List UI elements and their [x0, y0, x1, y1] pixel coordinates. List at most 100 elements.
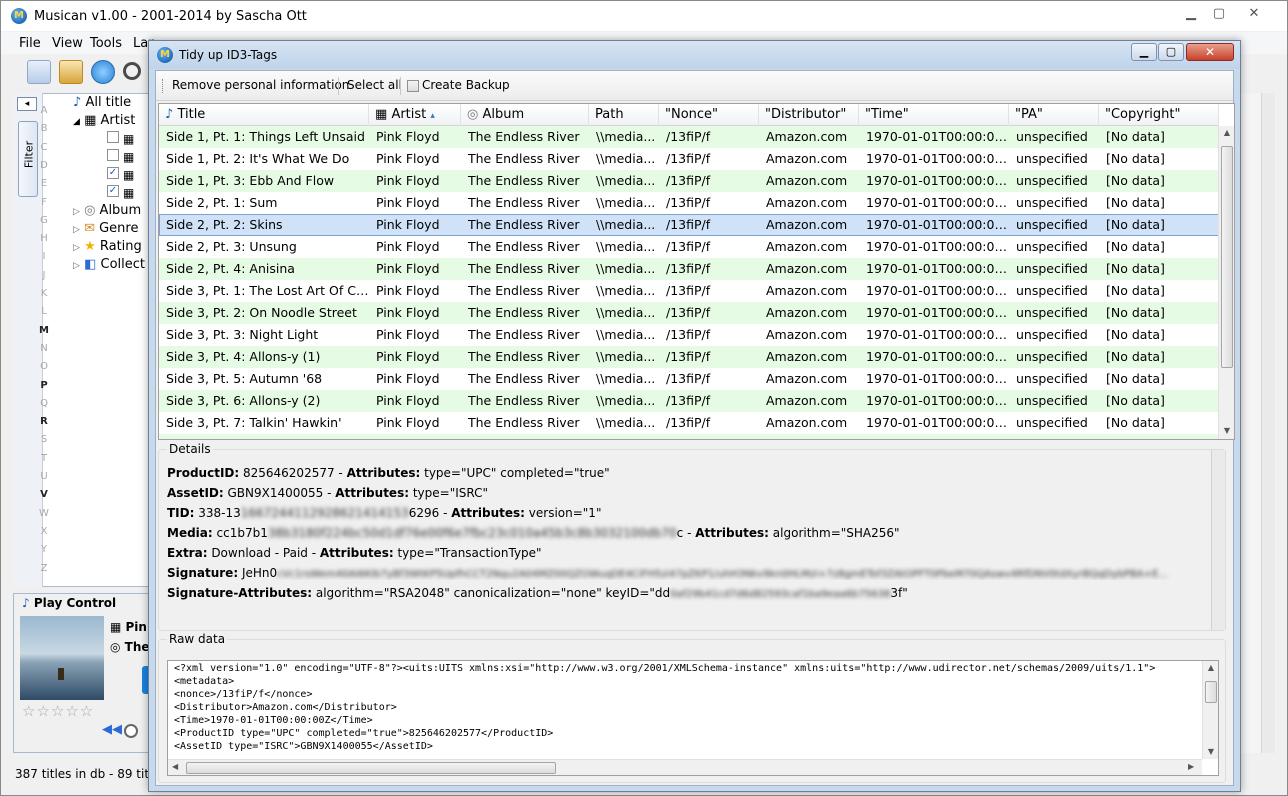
letter-filter-t[interactable]: T	[39, 453, 49, 464]
table-row[interactable]: Side 3, Pt. 6: Allons-y (2) Pink Floyd The…	[159, 390, 1219, 412]
background-scrollbar[interactable]	[1261, 93, 1275, 753]
table-row[interactable]: Side 3, Pt. 4: Allons-y (1) Pink Floyd The…	[159, 346, 1219, 368]
table-row[interactable]: Side 3, Pt. 1: The Lost Art Of Con... Pin…	[159, 280, 1219, 302]
letter-filter-v[interactable]: V	[39, 489, 49, 500]
table-row[interactable]: Side 2, Pt. 1: Sum Pink Floyd The Endless …	[159, 192, 1219, 214]
letter-filter-u[interactable]: U	[39, 471, 49, 482]
menu-file[interactable]: File	[19, 36, 41, 51]
column-time[interactable]: "Time"	[859, 104, 1009, 126]
tree-checkbox[interactable]	[107, 149, 119, 161]
table-row[interactable]: Side 3, Pt. 3: Night Light Pink Floyd The …	[159, 324, 1219, 346]
raw-scroll-thumb[interactable]	[1205, 681, 1217, 703]
table-row[interactable]	[159, 434, 1219, 439]
letter-filter-c[interactable]: C	[39, 142, 49, 153]
raw-hscroll-thumb[interactable]	[186, 762, 556, 774]
close-icon[interactable]: ✕	[1241, 5, 1267, 23]
table-row[interactable]: Side 2, Pt. 3: Unsung Pink Floyd The Endle…	[159, 236, 1219, 258]
maximize-icon[interactable]: ▢	[1207, 5, 1231, 23]
letter-filter-n[interactable]: N	[39, 343, 49, 354]
collapse-icon[interactable]: ◂	[17, 97, 37, 111]
expand-icon[interactable]: ◢	[73, 117, 80, 127]
music-book-icon[interactable]	[59, 60, 83, 84]
raw-data-textarea[interactable]: <?xml version="1.0" encoding="UTF-8"?><u…	[167, 660, 1219, 776]
scroll-up-icon[interactable]: ▲	[1203, 663, 1218, 672]
letter-filter-h[interactable]: H	[39, 233, 49, 244]
table-scroll-thumb[interactable]	[1221, 146, 1233, 368]
refresh-icon[interactable]	[91, 60, 115, 84]
column-nonce[interactable]: "Nonce"	[659, 104, 759, 126]
menu-view[interactable]: View	[52, 36, 83, 51]
column-copyright[interactable]: "Copyright"	[1099, 104, 1219, 126]
scroll-left-icon[interactable]: ◀	[172, 762, 178, 771]
create-backup-checkbox[interactable]	[407, 80, 419, 92]
letter-filter-k[interactable]: K	[39, 288, 49, 299]
letter-filter-d[interactable]: D	[39, 160, 49, 171]
dialog-minimize-icon[interactable]: ▁	[1131, 43, 1157, 61]
table-vscrollbar[interactable]: ▲ ▼	[1218, 126, 1234, 439]
table-row[interactable]: Side 3, Pt. 5: Autumn '68 Pink Floyd The E…	[159, 368, 1219, 390]
table-row[interactable]: Side 1, Pt. 3: Ebb And Flow Pink Floyd The…	[159, 170, 1219, 192]
rating-stars[interactable]: ☆☆☆☆☆	[22, 702, 94, 720]
tree-rating[interactable]: ▷ ★ Rating	[73, 239, 142, 254]
seek-knob[interactable]	[124, 724, 138, 738]
tree-album[interactable]: ▷ ◎ Album	[73, 203, 141, 218]
tree-collection[interactable]: ▷ ◧ Collect	[73, 257, 145, 272]
find-file-icon[interactable]	[27, 60, 51, 84]
details-scrollbar[interactable]	[1211, 450, 1225, 630]
letter-filter-g[interactable]: G	[39, 215, 49, 226]
letter-filter-f[interactable]: F	[39, 197, 49, 208]
table-row[interactable]: Side 1, Pt. 1: Things Left Unsaid Pink Fl…	[159, 126, 1219, 148]
tree-genre[interactable]: ▷ ✉ Genre	[73, 221, 138, 236]
letter-filter-a[interactable]: A	[39, 105, 49, 116]
letter-filter-w[interactable]: W	[39, 508, 49, 519]
minimize-icon[interactable]: ▁	[1179, 5, 1203, 23]
letter-filter-e[interactable]: E	[39, 178, 49, 189]
expand-icon[interactable]: ▷	[73, 261, 80, 271]
column-album[interactable]: ◎ Album	[461, 104, 589, 126]
rewind-icon[interactable]: ◀◀	[102, 722, 122, 737]
table-row[interactable]: Side 3, Pt. 7: Talkin' Hawkin' Pink Floyd…	[159, 412, 1219, 434]
tree-artist[interactable]: ◢ ▦ Artist	[73, 113, 135, 128]
tree-checkbox[interactable]: ✓	[107, 185, 119, 197]
letter-filter-y[interactable]: Y	[39, 544, 49, 555]
scroll-down-icon[interactable]: ▼	[1219, 426, 1234, 435]
dialog-maximize-icon[interactable]: ▢	[1158, 43, 1184, 61]
remove-personal-info-button[interactable]: Remove personal information	[172, 78, 349, 92]
menu-tools[interactable]: Tools	[90, 36, 122, 51]
column-distributor[interactable]: "Distributor"	[759, 104, 859, 126]
scroll-right-icon[interactable]: ▶	[1188, 762, 1194, 771]
tree-all-titles[interactable]: ♪ All title	[73, 95, 131, 110]
raw-vscrollbar[interactable]: ▲ ▼	[1202, 661, 1218, 759]
expand-icon[interactable]: ▷	[73, 225, 80, 235]
letter-filter-x[interactable]: X	[39, 526, 49, 537]
letter-filter-z[interactable]: Z	[39, 563, 49, 574]
dialog-close-icon[interactable]: ✕	[1186, 43, 1234, 61]
column-path[interactable]: Path	[589, 104, 659, 126]
letter-filter-p[interactable]: P	[39, 380, 49, 391]
column-title[interactable]: ♪ Title	[159, 104, 369, 126]
scroll-up-icon[interactable]: ▲	[1219, 128, 1234, 137]
letter-filter-m[interactable]: M	[39, 325, 49, 336]
table-row[interactable]: Side 2, Pt. 2: Skins Pink Floyd The Endles…	[159, 214, 1219, 236]
letter-filter-s[interactable]: S	[39, 434, 49, 445]
scroll-down-icon[interactable]: ▼	[1203, 747, 1218, 756]
table-row[interactable]: Side 2, Pt. 4: Anisina Pink Floyd The Endl…	[159, 258, 1219, 280]
expand-icon[interactable]: ▷	[73, 207, 80, 217]
select-all-button[interactable]: Select all	[347, 78, 402, 92]
raw-hscrollbar[interactable]: ◀ ▶	[168, 759, 1202, 775]
letter-filter-b[interactable]: B	[39, 123, 49, 134]
expand-icon[interactable]: ▷	[73, 243, 80, 253]
column-artist[interactable]: ▦ Artist ▴	[369, 104, 461, 126]
search-icon[interactable]	[123, 62, 141, 80]
table-row[interactable]: Side 3, Pt. 2: On Noodle Street Pink Floy…	[159, 302, 1219, 324]
letter-filter-l[interactable]: L	[39, 306, 49, 317]
letter-filter-o[interactable]: O	[39, 361, 49, 372]
tree-checkbox[interactable]	[107, 131, 119, 143]
letter-filter-q[interactable]: Q	[39, 398, 49, 409]
letter-filter-i[interactable]: I	[39, 251, 49, 262]
column-pa[interactable]: "PA"	[1009, 104, 1099, 126]
tree-checkbox[interactable]: ✓	[107, 167, 119, 179]
filter-tab[interactable]: Filter	[18, 121, 38, 197]
letter-filter-r[interactable]: R	[39, 416, 49, 427]
letter-filter-j[interactable]: J	[39, 270, 49, 281]
